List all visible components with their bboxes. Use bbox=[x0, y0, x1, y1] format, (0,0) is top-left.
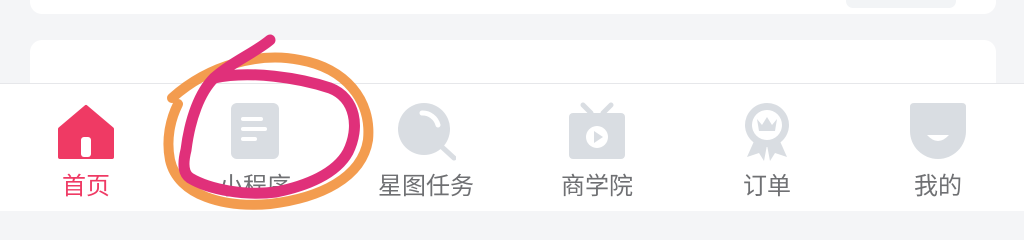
tab-orders-label: 订单 bbox=[743, 173, 791, 200]
tab-mine[interactable]: 我的 bbox=[878, 84, 998, 211]
profile-face-icon bbox=[910, 103, 966, 159]
tab-business-school-label: 商学院 bbox=[561, 173, 633, 200]
tab-mini-program[interactable]: 小程序 bbox=[195, 84, 315, 211]
search-magnifier-icon bbox=[398, 103, 456, 161]
tab-home-label: 首页 bbox=[62, 173, 110, 200]
tab-star-tasks[interactable]: 星图任务 bbox=[366, 84, 486, 211]
top-card-pill bbox=[846, 0, 956, 8]
mini-program-icon bbox=[231, 103, 279, 159]
award-badge-icon bbox=[745, 103, 789, 161]
tab-star-tasks-label: 星图任务 bbox=[378, 173, 474, 200]
tab-mine-label: 我的 bbox=[914, 173, 962, 200]
tab-mini-program-label: 小程序 bbox=[219, 173, 291, 200]
tab-business-school[interactable]: 商学院 bbox=[537, 84, 657, 211]
tv-play-icon bbox=[569, 102, 625, 159]
bottom-tab-bar: 首页 小程序 星图任务 商学院 订单 我的 bbox=[0, 83, 1024, 211]
tab-home[interactable]: 首页 bbox=[26, 84, 146, 211]
home-icon bbox=[58, 105, 114, 159]
top-card bbox=[30, 0, 996, 14]
tab-orders[interactable]: 订单 bbox=[707, 84, 827, 211]
